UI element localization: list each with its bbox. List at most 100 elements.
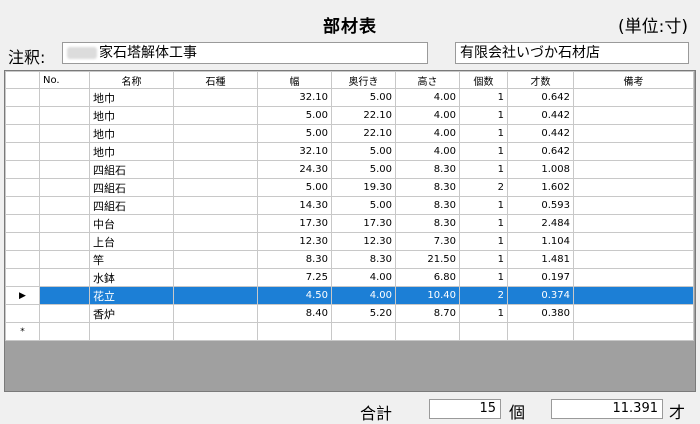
cell-height[interactable]: 4.00 [395,88,460,107]
row-selector[interactable] [5,124,40,143]
cell-sai[interactable]: 1.602 [507,178,574,197]
cell-qty[interactable]: 2 [459,286,508,305]
row-selector[interactable] [5,88,40,107]
cell-name[interactable]: 四組石 [89,160,174,179]
cell-note[interactable] [573,214,694,233]
cell-stone[interactable] [173,250,258,269]
cell-no[interactable] [39,268,90,287]
cell-depth[interactable]: 22.10 [331,106,396,125]
cell-height[interactable]: 8.70 [395,304,460,323]
cell-sai[interactable]: 1.008 [507,160,574,179]
cell-depth[interactable]: 5.00 [331,142,396,161]
table-row[interactable]: 竿 8.30 8.30 21.50 1 1.481 [5,250,694,269]
cell-depth[interactable]: 22.10 [331,124,396,143]
cell-note[interactable] [573,286,694,305]
row-selector[interactable] [5,214,40,233]
cell-note[interactable] [573,232,694,251]
cell-no[interactable] [39,88,90,107]
cell-no[interactable] [39,160,90,179]
new-row-cell[interactable] [459,322,508,341]
cell-name[interactable]: 四組石 [89,178,174,197]
cell-width[interactable]: 8.30 [257,250,332,269]
cell-no[interactable] [39,106,90,125]
cell-qty[interactable]: 1 [459,88,508,107]
table-row[interactable]: 地巾 32.10 5.00 4.00 1 0.642 [5,142,694,161]
cell-stone[interactable] [173,286,258,305]
new-row-cell[interactable] [395,322,460,341]
cell-height[interactable]: 21.50 [395,250,460,269]
cell-note[interactable] [573,88,694,107]
cell-sai[interactable]: 0.593 [507,196,574,215]
cell-qty[interactable]: 1 [459,214,508,233]
cell-note[interactable] [573,106,694,125]
cell-no[interactable] [39,196,90,215]
cell-qty[interactable]: 1 [459,250,508,269]
cell-width[interactable]: 5.00 [257,106,332,125]
cell-stone[interactable] [173,160,258,179]
cell-qty[interactable]: 1 [459,268,508,287]
cell-width[interactable]: 5.00 [257,178,332,197]
cell-name[interactable]: 香炉 [89,304,174,323]
new-row-cell[interactable] [89,322,174,341]
note-field[interactable]: 家石塔解体工事 [62,42,428,64]
table-row[interactable]: 地巾 5.00 22.10 4.00 1 0.442 [5,124,694,143]
cell-no[interactable] [39,304,90,323]
col-header-width[interactable]: 幅 [257,71,332,89]
cell-qty[interactable]: 1 [459,160,508,179]
cell-depth[interactable]: 17.30 [331,214,396,233]
company-field[interactable]: 有限会社いづか石材店 [455,42,689,64]
cell-height[interactable]: 4.00 [395,106,460,125]
cell-sai[interactable]: 0.442 [507,124,574,143]
cell-sai[interactable]: 2.484 [507,214,574,233]
cell-width[interactable]: 14.30 [257,196,332,215]
cell-no[interactable] [39,142,90,161]
cell-note[interactable] [573,178,694,197]
table-row[interactable]: 水鉢 7.25 4.00 6.80 1 0.197 [5,268,694,287]
row-selector[interactable] [5,304,40,323]
cell-stone[interactable] [173,106,258,125]
cell-qty[interactable]: 1 [459,304,508,323]
cell-stone[interactable] [173,268,258,287]
cell-sai[interactable]: 0.374 [507,286,574,305]
cell-qty[interactable]: 1 [459,196,508,215]
cell-name[interactable]: 上台 [89,232,174,251]
cell-depth[interactable]: 5.00 [331,160,396,179]
col-header-sai[interactable]: 才数 [507,71,574,89]
cell-name[interactable]: 地巾 [89,142,174,161]
cell-height[interactable]: 10.40 [395,286,460,305]
cell-depth[interactable]: 4.00 [331,268,396,287]
new-row-cell[interactable] [39,322,90,341]
cell-stone[interactable] [173,196,258,215]
col-header-note[interactable]: 備考 [573,71,694,89]
new-row-cell[interactable] [507,322,574,341]
cell-height[interactable]: 8.30 [395,160,460,179]
row-selector[interactable] [5,142,40,161]
cell-note[interactable] [573,268,694,287]
cell-width[interactable]: 4.50 [257,286,332,305]
cell-note[interactable] [573,250,694,269]
new-row-cell[interactable] [331,322,396,341]
col-header-name[interactable]: 名称 [89,71,174,89]
table-row[interactable]: 地巾 32.10 5.00 4.00 1 0.642 [5,88,694,107]
row-selector[interactable] [5,178,40,197]
cell-qty[interactable]: 2 [459,178,508,197]
cell-depth[interactable]: 5.20 [331,304,396,323]
cell-width[interactable]: 24.30 [257,160,332,179]
row-selector[interactable]: ▶ [5,286,40,305]
cell-depth[interactable]: 8.30 [331,250,396,269]
col-header-no[interactable]: No. [39,71,90,89]
cell-depth[interactable]: 5.00 [331,88,396,107]
cell-stone[interactable] [173,178,258,197]
table-row[interactable]: 地巾 5.00 22.10 4.00 1 0.442 [5,106,694,125]
cell-note[interactable] [573,142,694,161]
cell-note[interactable] [573,304,694,323]
table-row[interactable]: 四組石 24.30 5.00 8.30 1 1.008 [5,160,694,179]
cell-stone[interactable] [173,232,258,251]
cell-width[interactable]: 17.30 [257,214,332,233]
new-row-cell[interactable] [173,322,258,341]
cell-depth[interactable]: 19.30 [331,178,396,197]
row-selector[interactable] [5,250,40,269]
cell-sai[interactable]: 0.197 [507,268,574,287]
cell-qty[interactable]: 1 [459,124,508,143]
cell-height[interactable]: 8.30 [395,196,460,215]
